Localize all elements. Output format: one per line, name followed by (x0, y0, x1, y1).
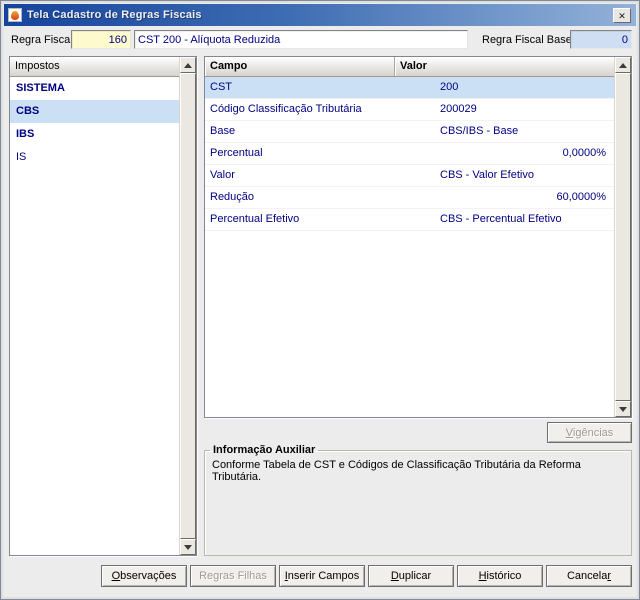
close-button[interactable]: ✕ (613, 8, 631, 23)
scroll-down-button[interactable] (615, 401, 631, 417)
info-auxiliar-title: Informação Auxiliar (213, 444, 316, 456)
vigencias-button: Vigências (547, 422, 632, 443)
valor-cell: CBS/IBS - Base (440, 125, 519, 137)
triangle-up-icon (619, 62, 627, 68)
duplicar-button[interactable]: Duplicar (368, 565, 454, 587)
campo-row-cst[interactable]: CST 200 (205, 77, 614, 99)
imposto-item-is[interactable]: IS (10, 146, 179, 169)
scroll-up-button[interactable] (615, 57, 631, 73)
valor-cell: 60,0000% (556, 191, 606, 203)
valor-cell: CBS - Valor Efetivo (440, 169, 534, 181)
valor-cell: CBS - Percentual Efetivo (440, 213, 562, 225)
inserir-campos-button[interactable]: Inserir Campos (279, 565, 365, 587)
impostos-panel: Impostos SISTEMA CBS IBS IS (9, 56, 197, 556)
impostos-scrollbar[interactable] (179, 57, 196, 555)
valor-cell: 200 (440, 81, 459, 93)
dialog-window: Tela Cadastro de Regras Fiscais ✕ Regra … (0, 0, 640, 600)
imposto-item-ibs[interactable]: IBS (10, 123, 179, 146)
campo-cell: Redução (210, 191, 255, 203)
valor-cell: 200029 (440, 103, 477, 115)
valor-column-header[interactable]: Valor (395, 57, 614, 76)
footer-buttons: Observações Regras Filhas Inserir Campos Du… (101, 565, 632, 587)
impostos-header-label: Impostos (15, 60, 60, 72)
campo-row-codigo-classificacao-tributaria[interactable]: Código Classificação Tributária 200029 (205, 99, 614, 121)
campo-cell: Percentual (210, 147, 263, 159)
campo-cell: CST (210, 81, 232, 93)
close-icon: ✕ (618, 10, 626, 21)
campo-cell: Código Classificação Tributária (210, 103, 362, 115)
app-icon (8, 8, 22, 22)
scroll-up-button[interactable] (180, 57, 196, 73)
window-title: Tela Cadastro de Regras Fiscais (27, 9, 202, 21)
imposto-item-sistema[interactable]: SISTEMA (10, 77, 179, 100)
regra-fiscal-input[interactable] (71, 30, 131, 49)
campos-scrollbar[interactable] (614, 57, 631, 417)
regra-fiscal-base-input[interactable] (570, 30, 632, 49)
campo-cell: Base (210, 125, 236, 137)
campo-cell: Percentual Efetivo (210, 213, 300, 225)
campo-row-valor[interactable]: Valor CBS - Valor Efetivo (205, 165, 614, 187)
imposto-item-cbs[interactable]: CBS (10, 100, 179, 123)
info-auxiliar-groupbox: Informação Auxiliar Conforme Tabela de C… (204, 444, 632, 556)
regras-filhas-button: Regras Filhas (190, 565, 276, 587)
campo-row-percentual-efetivo[interactable]: Percentual Efetivo CBS - Percentual Efeti… (205, 209, 614, 231)
title-bar[interactable]: Tela Cadastro de Regras Fiscais ✕ (4, 4, 636, 26)
observacoes-button[interactable]: Observações (101, 565, 187, 587)
impostos-list: SISTEMA CBS IBS IS (10, 77, 179, 169)
valor-cell: 0,0000% (562, 147, 606, 159)
regra-fiscal-base-label: Regra Fiscal Base (482, 34, 572, 46)
scroll-down-button[interactable] (180, 539, 196, 555)
campos-rows: CST 200 Código Classificação Tributária 200… (205, 77, 614, 231)
campos-panel: Campo Valor CST 200 Código Classificação T… (204, 56, 632, 418)
info-auxiliar-text: Conforme Tabela de CST e Códigos de Clas… (212, 459, 581, 483)
historico-button[interactable]: Histórico (457, 565, 543, 587)
campo-row-reducao[interactable]: Redução 60,0000% (205, 187, 614, 209)
campo-column-header[interactable]: Campo (205, 57, 395, 76)
regra-fiscal-label: Regra Fiscal (11, 34, 73, 46)
scrollbar-thumb[interactable] (615, 73, 631, 401)
scrollbar-thumb[interactable] (180, 73, 196, 539)
triangle-down-icon (619, 406, 627, 412)
campo-row-percentual[interactable]: Percentual 0,0000% (205, 143, 614, 165)
campos-grid-header: Campo Valor (205, 57, 614, 77)
cancelar-button[interactable]: Cancelar (546, 565, 632, 587)
campo-cell: Valor (210, 169, 235, 181)
triangle-down-icon (184, 544, 192, 550)
triangle-up-icon (184, 62, 192, 68)
regra-descricao-input[interactable] (134, 30, 468, 49)
impostos-column-header[interactable]: Impostos (10, 57, 179, 77)
campo-row-base[interactable]: Base CBS/IBS - Base (205, 121, 614, 143)
